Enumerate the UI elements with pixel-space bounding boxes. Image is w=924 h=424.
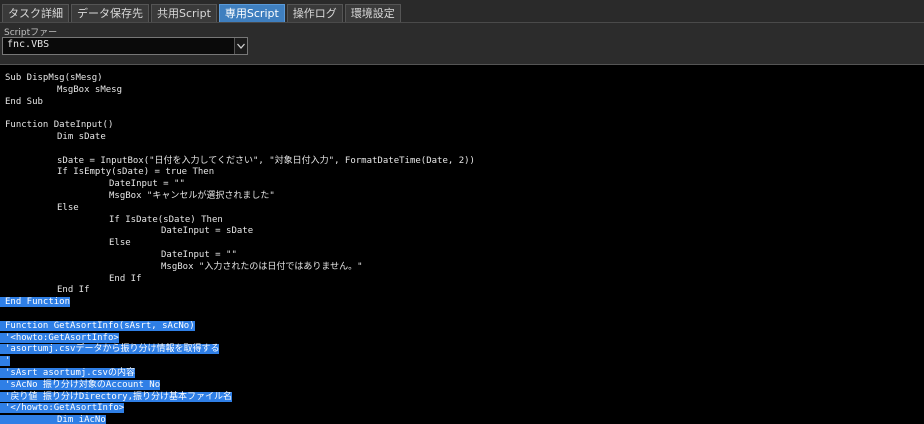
code-line: MsgBox "キャンセルが選択されました" — [0, 191, 924, 203]
tab-task-details[interactable]: タスク詳細 — [2, 4, 69, 22]
code-line-text: Else — [109, 238, 131, 249]
code-line-text: Dim iAcNo — [0, 415, 106, 424]
code-line-text: DateInput = "" — [109, 179, 185, 190]
code-line: End Sub — [0, 97, 924, 109]
code-line: DateInput = "" — [0, 179, 924, 191]
code-line: Sub DispMsg(sMesg) — [0, 73, 924, 85]
code-line: Function DateInput() — [0, 120, 924, 132]
code-line — [0, 309, 924, 321]
code-line-text: '戻り値 振り分けDirectory,振り分け基本ファイル名 — [0, 391, 233, 402]
code-line: If IsDate(sDate) Then — [0, 215, 924, 227]
code-line: End If — [0, 285, 924, 297]
code-line-text: DateInput = "" — [161, 249, 237, 260]
code-line-text: MsgBox "入力されたのは日付ではありません。" — [161, 261, 363, 272]
code-line-text: '</howto:GetAsortInfo> — [0, 403, 125, 414]
code-line: MsgBox "入力されたのは日付ではありません。" — [0, 262, 924, 274]
script-file-value: fnc.VBS — [7, 39, 50, 50]
code-line: 'sAcNo 振り分け対象のAccount No — [0, 379, 924, 392]
code-line-text: If IsDate(sDate) Then — [109, 214, 223, 225]
script-file-select[interactable]: fnc.VBS — [2, 37, 248, 55]
code-line-text: End If — [57, 285, 90, 296]
code-line: 'sAsrt asortumj.csvの内容 — [0, 367, 924, 380]
code-line: DateInput = "" — [0, 250, 924, 262]
chevron-down-icon[interactable] — [234, 38, 247, 54]
tab-data-destination[interactable]: データ保存先 — [71, 4, 149, 22]
code-line-text: Dim sDate — [57, 131, 106, 142]
code-line: '<howto:GetAsortInfo> — [0, 332, 924, 345]
code-line: If IsEmpty(sDate) = true Then — [0, 167, 924, 179]
code-line: Dim iAcNo — [0, 415, 924, 424]
code-line: End If — [0, 274, 924, 286]
code-line: '戻り値 振り分けDirectory,振り分け基本ファイル名 — [0, 391, 924, 404]
code-line-text: ' — [0, 356, 11, 367]
code-line: '</howto:GetAsortInfo> — [0, 403, 924, 415]
code-line-text: DateInput = sDate — [161, 226, 254, 237]
code-line: End Function — [0, 297, 924, 309]
code-line: sDate = InputBox("日付を入力してください", "対象日付入力"… — [0, 156, 924, 168]
code-editor[interactable]: Sub DispMsg(sMesg) MsgBox sMesg End Sub Fun… — [0, 64, 924, 424]
code-line: 'asortumj.csvデータから振り分け情報を取得する — [0, 344, 924, 356]
tab-dedicated-script[interactable]: 専用Script — [218, 4, 285, 22]
code-line-text: MsgBox sMesg — [57, 84, 123, 95]
code-line-text: If IsEmpty(sDate) = true Then — [57, 167, 215, 178]
code-line-text: MsgBox "キャンセルが選択されました" — [109, 190, 275, 201]
code-line-text: '<howto:GetAsortInfo> — [0, 332, 119, 343]
code-line-text: End If — [109, 273, 142, 284]
tab-environment-settings[interactable]: 環境設定 — [344, 4, 401, 22]
code-line — [0, 108, 924, 120]
code-line: Dim sDate — [0, 132, 924, 144]
code-line: DateInput = sDate — [0, 226, 924, 238]
tab-shared-script[interactable]: 共用Script — [151, 4, 217, 22]
code-line: Else — [0, 203, 924, 215]
app-window: タスク詳細 データ保存先 共用Script 専用Script 操作ログ 環境設定… — [0, 0, 924, 424]
tab-bar: タスク詳細 データ保存先 共用Script 専用Script 操作ログ 環境設定 — [0, 2, 403, 22]
code-line: MsgBox sMesg — [0, 85, 924, 97]
code-line: Else — [0, 238, 924, 250]
code-line — [0, 144, 924, 156]
code-line-text: 'asortumj.csvデータから振り分け情報を取得する — [0, 344, 220, 355]
code-line: ' — [0, 356, 924, 368]
code-content: Sub DispMsg(sMesg) MsgBox sMesg End Sub Fun… — [0, 73, 924, 424]
code-line-text: End Function — [0, 297, 71, 308]
code-line-text: Function DateInput() — [5, 120, 114, 131]
code-line-text: sDate = InputBox("日付を入力してください", "対象日付入力"… — [57, 155, 475, 166]
tab-operation-log[interactable]: 操作ログ — [286, 4, 343, 22]
code-line-text: 'sAsrt asortumj.csvの内容 — [0, 367, 135, 378]
script-file-section: Scriptファー fnc.VBS — [0, 22, 924, 65]
code-line: Function GetAsortInfo(sAsrt, sAcNo) — [0, 320, 924, 333]
code-line-text: Sub DispMsg(sMesg) — [5, 73, 103, 83]
code-line-text: 'sAcNo 振り分け対象のAccount No — [0, 379, 161, 390]
code-line-text: Function GetAsortInfo(sAsrt, sAcNo) — [0, 320, 195, 331]
code-line-text: End Sub — [5, 96, 43, 107]
code-line-text: Else — [57, 202, 79, 213]
